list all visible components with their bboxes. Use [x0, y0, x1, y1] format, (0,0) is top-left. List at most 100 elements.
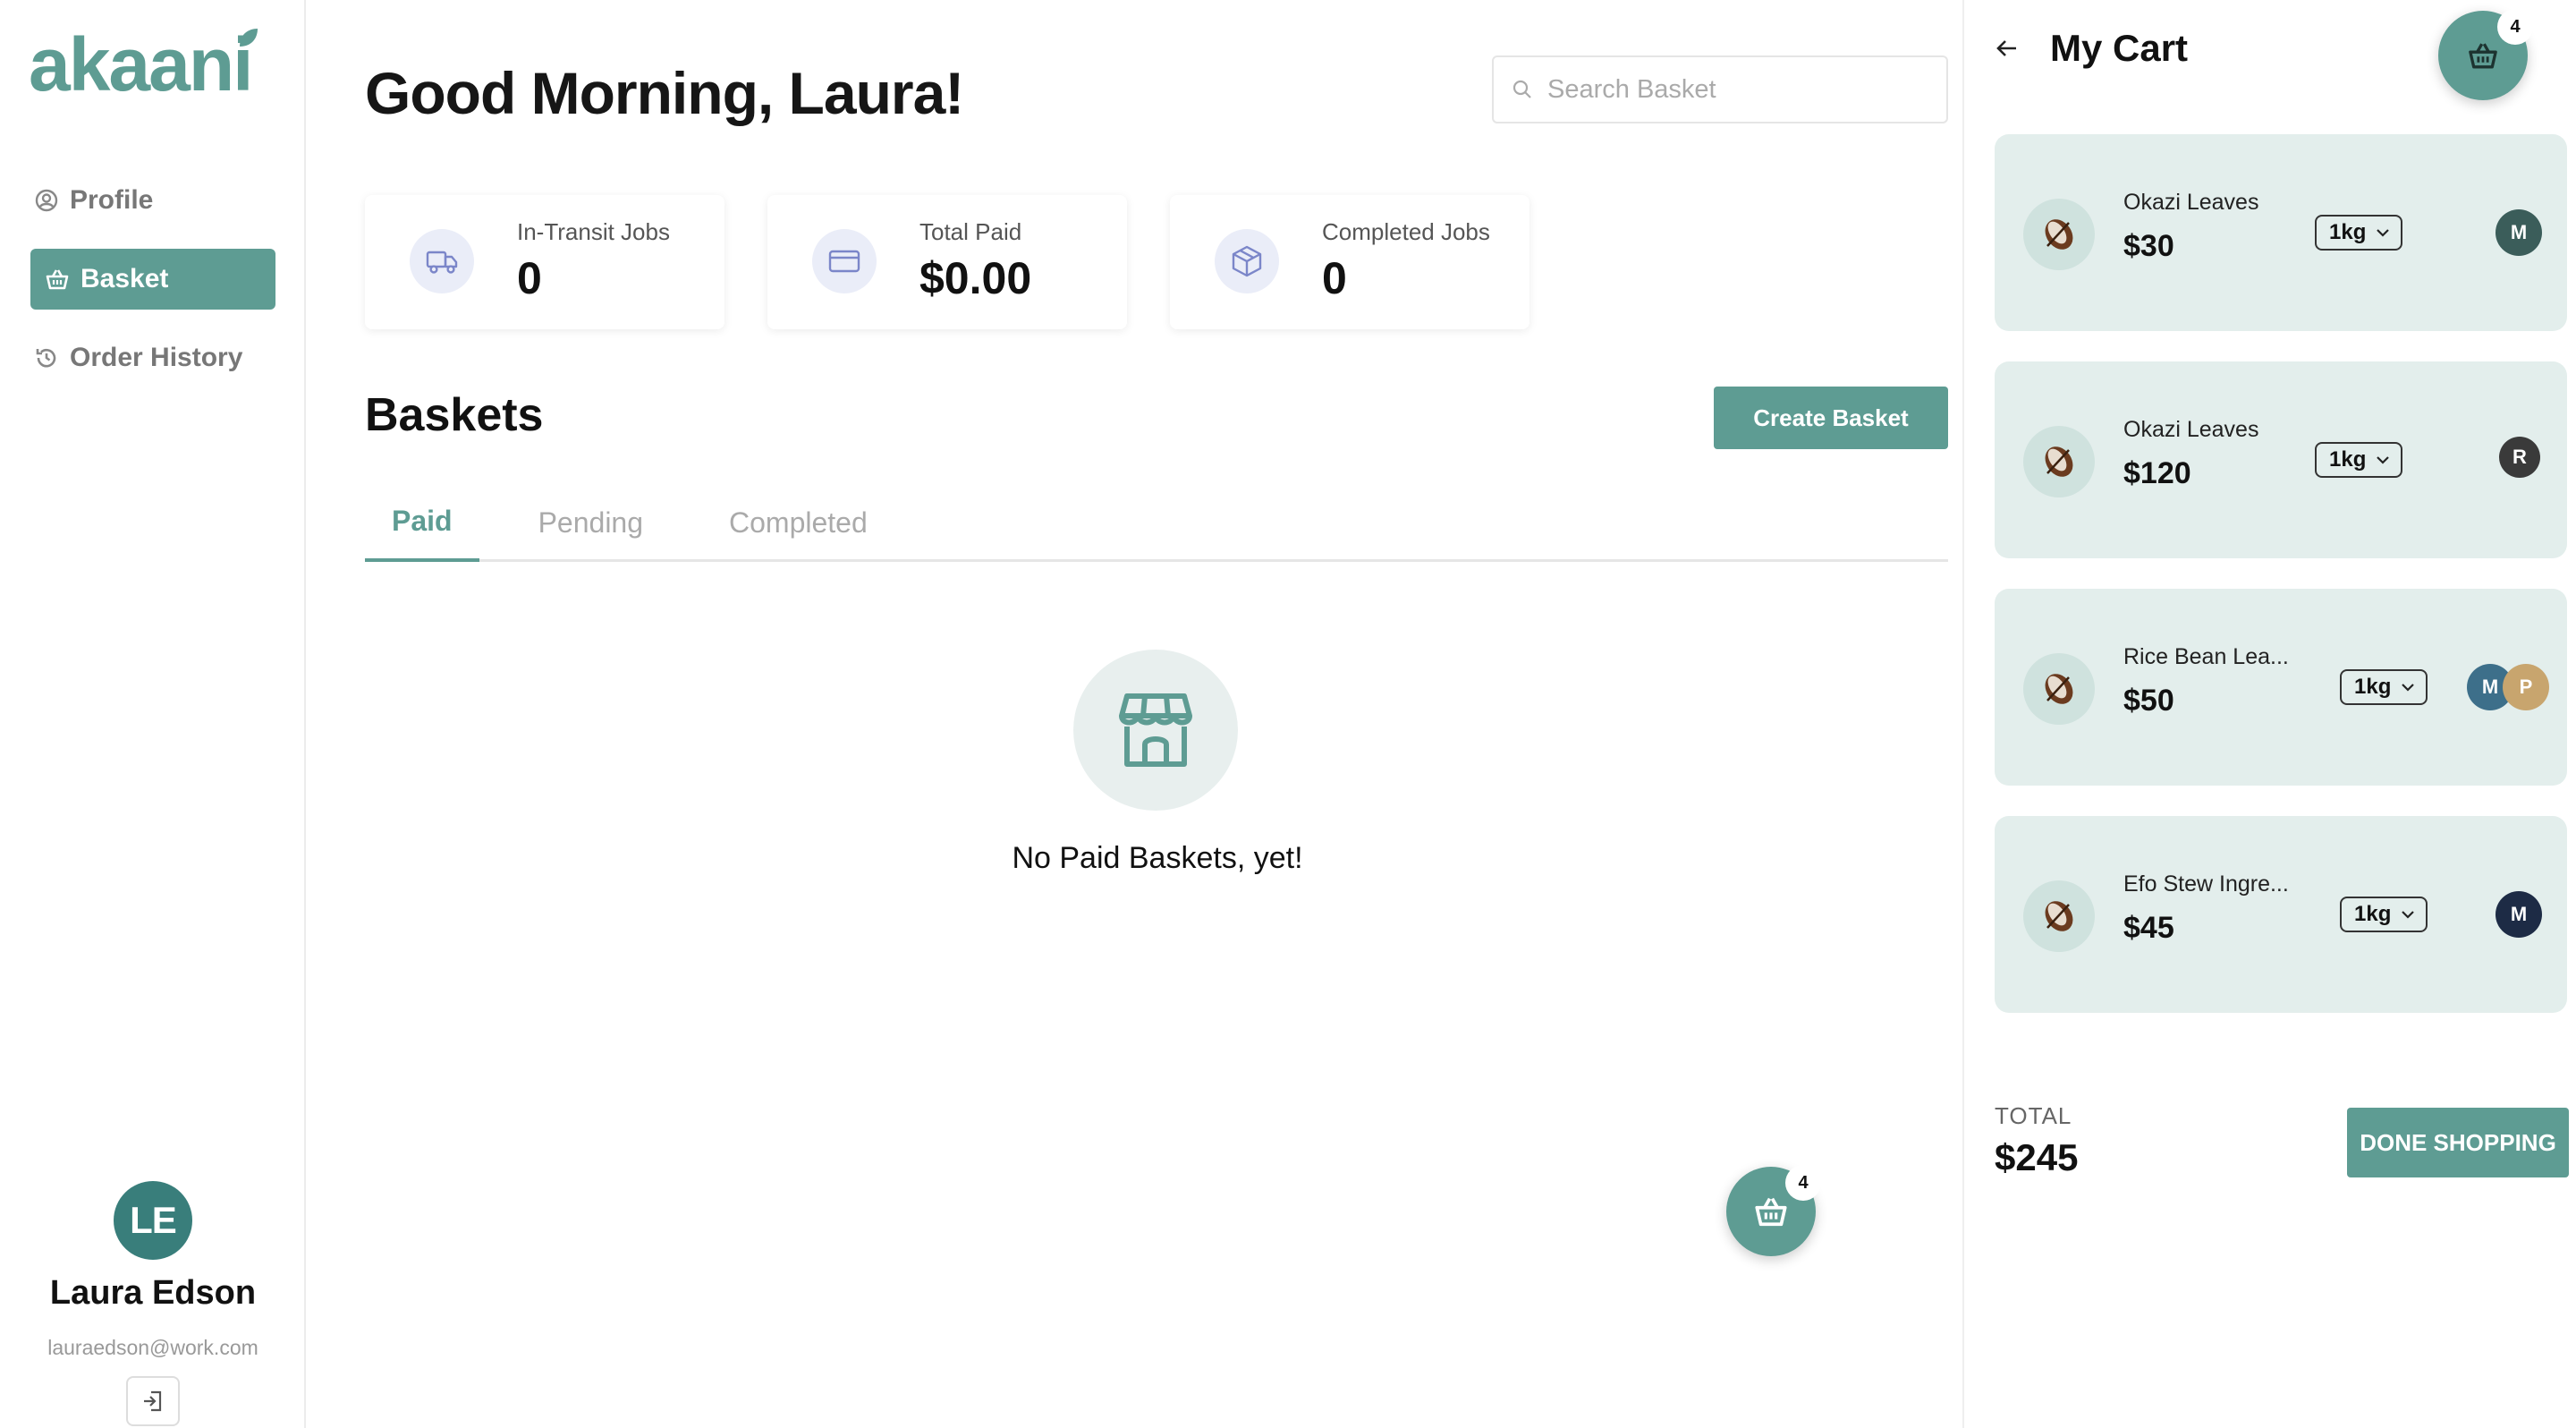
- quantity-value: 1kg: [2329, 220, 2367, 244]
- cart-title: My Cart: [2050, 27, 2189, 69]
- cart-items: Okazi Leaves $30 1kg M Okazi Leaves $120…: [1995, 134, 2567, 1043]
- baskets-heading: Baskets: [365, 389, 544, 441]
- item-name: Okazi Leaves: [2123, 417, 2259, 442]
- app-logo[interactable]: akaani: [29, 20, 261, 109]
- leaf-icon: [2045, 674, 2073, 704]
- search-box[interactable]: [1492, 55, 1948, 123]
- stat-card-completed: Completed Jobs 0: [1170, 195, 1530, 329]
- quantity-select[interactable]: 1kg: [2340, 897, 2428, 932]
- chevron-down-icon: [2377, 229, 2389, 237]
- sidebar: akaani Profile Basket Order History LE L…: [0, 0, 306, 1428]
- assignee-badge[interactable]: P: [2503, 664, 2549, 710]
- item-name: Rice Bean Lea...: [2123, 644, 2289, 669]
- assignee-badges: M: [2496, 891, 2542, 938]
- leaf-icon: [2045, 446, 2073, 477]
- sidebar-item-profile[interactable]: Profile: [30, 170, 275, 231]
- user-email: lauraedson@work.com: [47, 1336, 258, 1359]
- user-name: Laura Edson: [49, 1274, 257, 1312]
- stat-value: $0.00: [919, 253, 1032, 303]
- total-value: $245: [1995, 1136, 2079, 1178]
- item-price: $30: [2123, 229, 2174, 263]
- cart-item[interactable]: Rice Bean Lea... $50 1kg M P: [1995, 589, 2567, 786]
- back-button[interactable]: [1991, 32, 2023, 64]
- quantity-select[interactable]: 1kg: [2315, 215, 2402, 251]
- leaf-icon: [240, 29, 258, 47]
- store-icon: [1073, 650, 1238, 811]
- tab-paid[interactable]: Paid: [365, 483, 479, 562]
- basket-tabs: Paid Pending Completed: [365, 483, 1948, 562]
- item-price: $120: [2123, 456, 2191, 490]
- tab-pending[interactable]: Pending: [512, 483, 670, 562]
- truck-icon: [410, 229, 474, 293]
- cart-item[interactable]: Okazi Leaves $120 1kg R: [1995, 361, 2567, 558]
- stat-card-total-paid: Total Paid $0.00: [767, 195, 1127, 329]
- quantity-value: 1kg: [2354, 902, 2392, 926]
- credit-card-icon: [812, 229, 877, 293]
- assignee-badge[interactable]: M: [2496, 209, 2542, 256]
- done-shopping-button[interactable]: DONE SHOPPING: [2347, 1108, 2569, 1177]
- item-name: Efo Stew Ingre...: [2123, 871, 2289, 897]
- cart-item[interactable]: Okazi Leaves $30 1kg M: [1995, 134, 2567, 331]
- chevron-down-icon: [2377, 456, 2389, 464]
- user-circle-icon: [32, 186, 61, 215]
- sidebar-item-label: Profile: [70, 185, 154, 215]
- assignee-badge[interactable]: R: [2499, 437, 2540, 478]
- search-input[interactable]: [1547, 74, 1923, 105]
- assignee-badge[interactable]: M: [2496, 891, 2542, 938]
- leaf-icon: [2045, 219, 2073, 250]
- basket-icon: [1755, 1197, 1787, 1227]
- quantity-select[interactable]: 1kg: [2340, 669, 2428, 705]
- total-label: TOTAL: [1995, 1102, 2072, 1129]
- stats-row: In-Transit Jobs 0 Total Paid $0.00 Compl…: [365, 195, 1530, 329]
- logo-text: akaani: [29, 22, 254, 106]
- cart-count-badge: 4: [1785, 1165, 1821, 1201]
- sidebar-item-label: Order History: [70, 343, 243, 372]
- main-content: Good Morning, Laura! In-Transit Jobs 0 T…: [308, 0, 1962, 1428]
- cart-item[interactable]: Efo Stew Ingre... $45 1kg M: [1995, 816, 2567, 1013]
- cart-count-badge: 4: [2497, 9, 2533, 45]
- basket-icon: [43, 265, 72, 293]
- floating-cart-button[interactable]: 4: [1726, 1165, 1821, 1256]
- sidebar-nav: Profile Basket Order History: [30, 170, 275, 406]
- stat-value: 0: [1322, 253, 1347, 303]
- cart-basket-button[interactable]: 4: [2438, 9, 2533, 100]
- chevron-down-icon: [2402, 684, 2414, 692]
- basket-icon: [2469, 43, 2497, 69]
- item-thumbnail: [2023, 199, 2095, 270]
- leaf-icon: [2045, 901, 2073, 931]
- box-icon: [1215, 229, 1279, 293]
- empty-state-text: No Paid Baskets, yet!: [1012, 841, 1303, 875]
- sidebar-item-basket[interactable]: Basket: [30, 249, 275, 310]
- stat-value: 0: [517, 253, 542, 303]
- create-basket-button[interactable]: Create Basket: [1714, 387, 1948, 449]
- stat-label: Total Paid: [919, 218, 1022, 245]
- item-price: $45: [2123, 911, 2174, 945]
- chevron-down-icon: [2402, 911, 2414, 919]
- item-thumbnail: [2023, 426, 2095, 497]
- quantity-value: 1kg: [2354, 675, 2392, 699]
- avatar[interactable]: LE: [114, 1181, 192, 1260]
- arrow-left-icon: [1996, 40, 2016, 56]
- search-icon: [1513, 80, 1531, 98]
- cart-panel: My Cart 4 Okazi Leaves $30 1kg M Okazi L…: [1962, 0, 2576, 1428]
- stat-label: Completed Jobs: [1322, 218, 1490, 245]
- history-icon: [32, 344, 61, 372]
- item-price: $50: [2123, 684, 2174, 718]
- user-profile: LE Laura Edson lauraedson@work.com: [0, 1181, 306, 1426]
- logout-icon: [144, 1390, 162, 1412]
- sidebar-item-label: Basket: [80, 264, 169, 293]
- tab-completed[interactable]: Completed: [702, 483, 894, 562]
- assignee-badges: M: [2496, 209, 2542, 256]
- page-title: Good Morning, Laura!: [365, 60, 964, 126]
- item-thumbnail: [2023, 653, 2095, 725]
- assignee-badges: R: [2499, 437, 2540, 478]
- quantity-select[interactable]: 1kg: [2315, 442, 2402, 478]
- assignee-badges: M P: [2467, 664, 2549, 710]
- sidebar-item-order-history[interactable]: Order History: [30, 327, 275, 388]
- item-thumbnail: [2023, 880, 2095, 952]
- logout-button[interactable]: [126, 1376, 180, 1426]
- stat-card-in-transit: In-Transit Jobs 0: [365, 195, 724, 329]
- item-name: Okazi Leaves: [2123, 190, 2259, 215]
- quantity-value: 1kg: [2329, 447, 2367, 472]
- stat-label: In-Transit Jobs: [517, 218, 670, 245]
